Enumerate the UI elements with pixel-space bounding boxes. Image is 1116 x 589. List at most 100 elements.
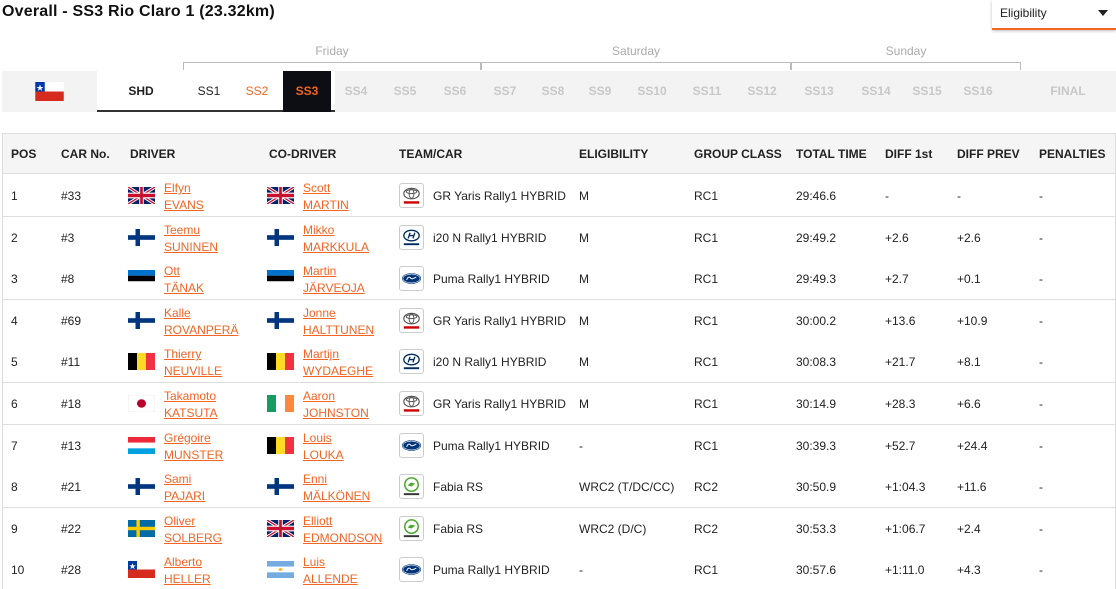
total-time-cell: 30:00.2 bbox=[796, 313, 837, 328]
toyota-logo-icon bbox=[399, 307, 424, 333]
col-header-diff-prev[interactable]: DIFF PREV bbox=[957, 147, 1020, 161]
group-class-cell: RC1 bbox=[694, 189, 719, 203]
group-class-cell: RC1 bbox=[694, 397, 719, 411]
table-row[interactable]: 4 #69 Kalle ROVANPERÄ Jonne HALTTUNEN GR Yaris… bbox=[3, 299, 1115, 342]
table-row[interactable]: 10 #28 Alberto HELLER Luis ALLENDE Puma Rally1… bbox=[3, 549, 1115, 589]
driver-first-name: Thierry bbox=[164, 347, 202, 362]
eligibility-select[interactable]: Eligibility bbox=[992, 0, 1116, 30]
codriver-first-name: Martijn bbox=[303, 347, 340, 362]
codriver-flag-icon bbox=[267, 311, 294, 329]
codriver-first-name: Elliott bbox=[303, 513, 333, 528]
total-time-cell: 30:39.3 bbox=[796, 438, 837, 453]
codriver-name-link[interactable]: Martin JÄRVEOJA bbox=[303, 263, 365, 297]
codriver-name-link[interactable]: Jonne HALTTUNEN bbox=[303, 305, 374, 339]
driver-last-name: KATSUTA bbox=[164, 406, 218, 420]
total-time-cell: 30:53.3 bbox=[796, 521, 837, 536]
driver-name-link[interactable]: Ott TÄNAK bbox=[164, 263, 204, 297]
codriver-name-link[interactable]: Elliott EDMONDSON bbox=[303, 513, 382, 547]
diff-prev-cell: +11.6 bbox=[957, 480, 987, 495]
codriver-last-name: JÄRVEOJA bbox=[303, 281, 365, 296]
col-header-pos[interactable]: POS bbox=[11, 147, 36, 161]
eligibility-cell: WRC2 (D/C) bbox=[579, 521, 647, 536]
codriver-name-link[interactable]: Aaron JOHNSTON bbox=[303, 388, 369, 422]
skoda-logo-icon bbox=[399, 474, 424, 500]
col-header-group-class[interactable]: GROUP CLASS bbox=[694, 147, 782, 161]
table-row[interactable]: 2 #3 Teemu SUNINEN Mikko MARKKULA i20 N Rally1… bbox=[3, 216, 1115, 259]
stage-tab-ss4: SS4 bbox=[344, 84, 368, 98]
team-car-cell: Fabia RS bbox=[433, 521, 484, 536]
driver-name-link[interactable]: Elfyn EVANS bbox=[164, 180, 204, 214]
car-number-cell: #8 bbox=[61, 272, 75, 287]
team-car-cell: i20 N Rally1 HYBRID bbox=[433, 230, 547, 245]
diff-prev-cell: +0.1 bbox=[957, 272, 981, 287]
table-row[interactable]: 7 #13 Grégoire MUNSTER Louis LOUKA Puma Rally1… bbox=[3, 424, 1115, 467]
codriver-flag-icon bbox=[267, 187, 294, 204]
driver-first-name: Elfyn bbox=[164, 181, 191, 195]
diff-prev-cell: +2.6 bbox=[957, 230, 981, 245]
col-header-total-time[interactable]: TOTAL TIME bbox=[796, 147, 867, 161]
day-bracket-friday bbox=[183, 62, 481, 70]
stage-tab-ss16: SS16 bbox=[963, 84, 993, 98]
col-header-team-car[interactable]: TEAM/CAR bbox=[399, 147, 462, 161]
codriver-last-name: WYDAEGHE bbox=[303, 364, 374, 379]
group-class-cell: RC2 bbox=[694, 480, 719, 495]
driver-name-link[interactable]: Alberto HELLER bbox=[164, 554, 211, 588]
pos-cell: 4 bbox=[11, 313, 18, 328]
driver-name-link[interactable]: Kalle ROVANPERÄ bbox=[164, 305, 238, 339]
stage-tab-ss5: SS5 bbox=[393, 84, 417, 98]
col-header-eligibility[interactable]: ELIGIBILITY bbox=[579, 147, 648, 161]
codriver-name-link[interactable]: Luis ALLENDE bbox=[303, 554, 358, 588]
col-header-co-driver[interactable]: CO-DRIVER bbox=[269, 147, 336, 161]
driver-last-name: MUNSTER bbox=[164, 447, 224, 462]
col-header-driver[interactable]: DRIVER bbox=[130, 147, 175, 161]
stage-tab-ss1[interactable]: SS1 bbox=[185, 71, 233, 112]
page-title: Overall - SS3 Rio Claro 1 (23.32km) bbox=[2, 3, 275, 20]
driver-name-link[interactable]: Takamoto KATSUTA bbox=[164, 388, 218, 422]
codriver-name-link[interactable]: Louis LOUKA bbox=[303, 430, 344, 464]
driver-first-name: Teemu bbox=[164, 222, 201, 237]
driver-name-link[interactable]: Grégoire MUNSTER bbox=[164, 430, 223, 464]
col-header-diff-1st[interactable]: DIFF 1st bbox=[885, 147, 932, 161]
day-headers: Friday Saturday Sunday bbox=[0, 44, 1116, 72]
codriver-name-link[interactable]: Scott MARTIN bbox=[303, 180, 349, 214]
driver-name-link[interactable]: Sami PAJARI bbox=[164, 471, 205, 505]
diff-1st-cell: +2.6 bbox=[885, 230, 909, 245]
driver-name-link[interactable]: Thierry NEUVILLE bbox=[164, 346, 222, 380]
driver-name-link[interactable]: Teemu SUNINEN bbox=[164, 222, 218, 256]
codriver-last-name: MÄLKÖNEN bbox=[303, 489, 371, 504]
skoda-logo-icon bbox=[399, 515, 424, 541]
day-label-saturday: Saturday bbox=[611, 44, 661, 58]
codriver-name-link[interactable]: Enni MÄLKÖNEN bbox=[303, 471, 370, 505]
stage-tab-shd[interactable]: SHD bbox=[97, 71, 185, 112]
codriver-last-name: MARTIN bbox=[303, 198, 349, 212]
stage-tab-ss3[interactable]: SS3 bbox=[283, 71, 331, 112]
penalties-cell: - bbox=[1039, 397, 1043, 411]
diff-1st-cell: +1:06.7 bbox=[885, 521, 926, 536]
codriver-first-name: Louis bbox=[303, 430, 332, 445]
codriver-first-name: Jonne bbox=[303, 305, 336, 320]
driver-first-name: Oliver bbox=[164, 513, 196, 528]
diff-1st-cell: +28.3 bbox=[885, 397, 916, 411]
col-header-penalties[interactable]: PENALTIES bbox=[1039, 147, 1105, 161]
eligibility-cell: - bbox=[579, 438, 583, 453]
total-time-cell: 30:14.9 bbox=[796, 397, 837, 411]
stage-tab-ss15: SS15 bbox=[912, 84, 942, 98]
penalties-cell: - bbox=[1039, 438, 1043, 453]
driver-name-link[interactable]: Oliver SOLBERG bbox=[164, 513, 222, 547]
codriver-name-link[interactable]: Mikko MARKKULA bbox=[303, 222, 369, 256]
col-header-car-no[interactable]: CAR No. bbox=[61, 147, 110, 161]
table-row[interactable]: 1 #33 Elfyn EVANS Scott MARTIN GR Yaris Rally1… bbox=[3, 175, 1115, 217]
stage-tabs: SHD SS1 SS2 SS3 SS4 SS5 SS6 SS7 SS8 SS9 SS10 SS11 SS… bbox=[2, 71, 1116, 112]
codriver-name-link[interactable]: Martijn WYDAEGHE bbox=[303, 346, 373, 380]
table-row[interactable]: 6 #18 Takamoto KATSUTA Aaron JOHNSTON GR Yaris… bbox=[3, 383, 1115, 425]
team-car-cell: i20 N Rally1 HYBRID bbox=[433, 355, 547, 370]
total-time-cell: 29:49.2 bbox=[796, 230, 837, 245]
table-row[interactable]: 5 #11 Thierry NEUVILLE Martijn WYDAEGHE i20 N … bbox=[3, 341, 1115, 384]
table-row[interactable]: 9 #22 Oliver SOLBERG Elliott EDMONDSON Fabia R… bbox=[3, 507, 1115, 550]
codriver-flag-icon bbox=[267, 228, 294, 246]
stage-tab-ss2[interactable]: SS2 bbox=[233, 71, 281, 112]
eligibility-cell: M bbox=[579, 230, 589, 245]
driver-first-name: Ott bbox=[164, 264, 181, 279]
table-row[interactable]: 8 #21 Sami PAJARI Enni MÄLKÖNEN Fabia RS WRC2 (… bbox=[3, 466, 1115, 509]
table-row[interactable]: 3 #8 Ott TÄNAK Martin JÄRVEOJA Puma Rally1 HYB… bbox=[3, 258, 1115, 301]
